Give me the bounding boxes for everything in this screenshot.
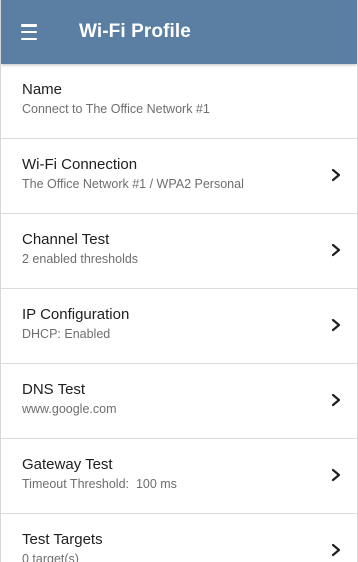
item-value: The Office Network #1 / WPA2 Personal — [22, 177, 244, 191]
chevron-right-icon — [331, 543, 341, 557]
chevron-right-icon — [331, 393, 341, 407]
app-screen: Wi-Fi Profile Name Connect to The Office… — [0, 0, 358, 562]
item-value: DHCP: Enabled — [22, 327, 111, 341]
item-value: Timeout Threshold: 100 ms — [22, 477, 177, 491]
item-label: Test Targets — [22, 531, 103, 548]
item-value: 2 enabled thresholds — [22, 252, 139, 266]
page-title: Wi-Fi Profile — [79, 21, 191, 42]
app-bar: Wi-Fi Profile — [1, 0, 357, 64]
item-label: IP Configuration — [22, 306, 130, 323]
chevron-right-icon — [331, 168, 341, 182]
list-item-wifi-connection[interactable]: Wi-Fi Connection The Office Network #1 /… — [1, 139, 357, 214]
list-item-channel-test[interactable]: Channel Test 2 enabled thresholds — [1, 214, 357, 289]
chevron-right-icon — [331, 243, 341, 257]
list-item-dns-test[interactable]: DNS Test www.google.com — [1, 364, 357, 439]
item-label: Gateway Test — [22, 456, 113, 473]
settings-list: Name Connect to The Office Network #1 Wi… — [1, 64, 357, 562]
list-item-test-targets[interactable]: Test Targets 0 target(s) — [1, 514, 357, 562]
chevron-right-icon — [331, 468, 341, 482]
hamburger-menu-icon[interactable] — [21, 24, 43, 40]
item-label: Channel Test — [22, 231, 110, 248]
chevron-right-icon — [331, 318, 341, 332]
list-item-gateway-test[interactable]: Gateway Test Timeout Threshold: 100 ms — [1, 439, 357, 514]
item-label: Wi-Fi Connection — [22, 156, 138, 173]
item-value: Connect to The Office Network #1 — [22, 102, 210, 116]
list-item-name[interactable]: Name Connect to The Office Network #1 — [1, 64, 357, 139]
item-label: DNS Test — [22, 381, 86, 398]
list-item-ip-configuration[interactable]: IP Configuration DHCP: Enabled — [1, 289, 357, 364]
item-label: Name — [22, 81, 63, 98]
item-value: www.google.com — [22, 402, 117, 416]
item-value: 0 target(s) — [22, 552, 79, 562]
